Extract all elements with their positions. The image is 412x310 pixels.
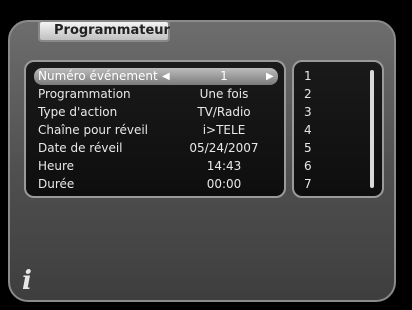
setting-row-heure[interactable]: Heure 14:43 (34, 158, 278, 175)
setting-label: Heure (38, 159, 75, 173)
setting-value: 00:00 (206, 177, 242, 191)
setting-row-type-action[interactable]: Type d'action TV/Radio (34, 104, 278, 121)
setting-value: Une fois (199, 87, 249, 101)
event-list-item[interactable]: 3 (304, 104, 312, 121)
setting-label: Chaîne pour réveil (38, 123, 148, 137)
tv-screen: Programmateur Numéro événement ◀ 1 ▶ Pro… (0, 0, 412, 310)
setting-row-chaine-reveil[interactable]: Chaîne pour réveil i>TELE (34, 122, 278, 139)
arrow-right-icon[interactable]: ▶ (266, 68, 274, 85)
setting-value: i>TELE (202, 123, 246, 137)
settings-panel: Numéro événement ◀ 1 ▶ Programmation Une… (24, 60, 286, 198)
setting-value: 05/24/2007 (189, 141, 259, 155)
event-number-row[interactable]: Numéro événement ◀ 1 ▶ (34, 68, 278, 85)
page-title: Programmateur (38, 20, 170, 42)
setting-label: Date de réveil (38, 141, 123, 155)
setting-value: TV/Radio (197, 105, 251, 119)
event-list-item[interactable]: 5 (304, 140, 312, 157)
event-list-item[interactable]: 4 (304, 122, 312, 139)
setting-row-duree[interactable]: Durée 00:00 (34, 176, 278, 193)
setting-row-programmation[interactable]: Programmation Une fois (34, 86, 278, 103)
arrow-left-icon[interactable]: ◀ (162, 68, 170, 85)
setting-label: Durée (38, 177, 75, 191)
setting-value: 14:43 (206, 159, 242, 173)
event-list-item[interactable]: 1 (304, 68, 312, 85)
setting-label: Programmation (38, 87, 131, 101)
event-list-item[interactable]: 7 (304, 176, 312, 193)
scrollbar[interactable] (370, 70, 374, 188)
setting-label: Type d'action (38, 105, 118, 119)
info-icon[interactable]: i (22, 268, 32, 294)
event-list-panel: 1 2 3 4 5 6 7 (292, 60, 384, 198)
event-list-item[interactable]: 2 (304, 86, 312, 103)
event-number-value: 1 (220, 69, 228, 83)
setting-row-date-reveil[interactable]: Date de réveil 05/24/2007 (34, 140, 278, 157)
event-number-label: Numéro événement (38, 69, 158, 83)
event-list-item[interactable]: 6 (304, 158, 312, 175)
